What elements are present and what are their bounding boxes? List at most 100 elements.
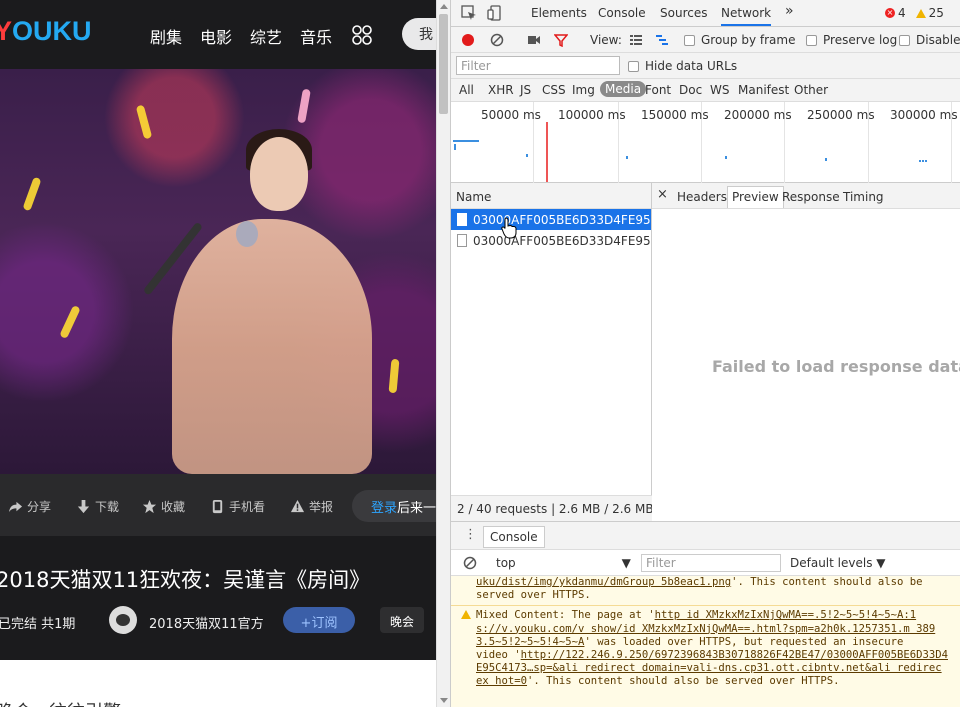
console-link[interactable]: http id XMzkxMzIxNjQwMA==.5!2~5~5!4~5~A:… — [655, 609, 917, 621]
type-ws[interactable]: WS — [710, 83, 729, 97]
console-link[interactable]: s://v.youku.com/v show/id XMzkxMzIxNjQwM… — [476, 623, 935, 635]
tab-sources[interactable]: Sources — [660, 6, 707, 20]
large-rows-icon[interactable] — [629, 33, 643, 47]
share-button[interactable]: 分享 — [8, 498, 51, 515]
channel-name[interactable]: 2018天猫双11官方 — [149, 613, 264, 632]
type-other[interactable]: Other — [794, 83, 828, 97]
console-log-line: Mixed Content: The page at 'http id XMzk… — [451, 605, 960, 622]
nav-drama[interactable]: 剧集 — [150, 24, 182, 48]
console-text: ' was loaded over HTTPS, but requested a… — [584, 635, 904, 648]
video-player[interactable] — [0, 69, 436, 474]
record-icon[interactable] — [461, 33, 475, 47]
tab-console[interactable]: Console — [598, 6, 646, 20]
timeline-tick: 150000 ms — [641, 108, 709, 122]
type-css[interactable]: CSS — [542, 83, 566, 97]
log-levels-dropdown[interactable]: Default levels ▼ — [790, 556, 886, 570]
more-tabs-button[interactable]: » — [785, 3, 794, 19]
below-fold-text: 晚会 · 往往引擎 — [0, 698, 121, 707]
tab-response[interactable]: Response — [782, 190, 840, 204]
singer-figure — [172, 219, 372, 474]
tab-timing[interactable]: Timing — [843, 190, 884, 204]
console-log-line: 3.5~5!2~5~5!4~5~A' was loaded over HTTPS… — [451, 636, 960, 649]
timeline-bar — [526, 154, 528, 157]
light-stick — [388, 358, 400, 394]
page-scrollbar[interactable] — [436, 0, 450, 707]
drawer-menu-icon[interactable]: ⋮ — [464, 527, 477, 542]
console-text: Mixed Content: The page at ' — [476, 609, 655, 622]
name-column-header[interactable]: Name — [451, 183, 651, 209]
search-box[interactable]: 我 — [402, 18, 436, 50]
console-log-line: E95C4173…sp=&ali redirect domain=vali-dn… — [451, 662, 960, 675]
warning-count: 25 — [928, 6, 944, 20]
camera-icon[interactable] — [527, 33, 541, 47]
login-link[interactable]: 登录 — [371, 501, 397, 516]
console-filter-input[interactable]: Filter — [641, 554, 781, 572]
type-img[interactable]: Img — [572, 83, 595, 97]
type-font[interactable]: Font — [645, 83, 671, 97]
issue-counts[interactable]: × 4 25 — [885, 6, 944, 20]
subscribe-button[interactable]: +订阅 — [283, 607, 355, 633]
console-log-line: uku/dist/img/ykdanmu/dmGroup 5b8eac1.png… — [451, 576, 960, 589]
nav-music[interactable]: 音乐 — [300, 24, 332, 48]
clear-console-icon[interactable] — [463, 556, 477, 570]
console-log-line: ex hot=0'. This content should also be s… — [451, 675, 960, 688]
close-icon[interactable]: × — [657, 187, 668, 202]
favorite-button[interactable]: 收藏 — [142, 498, 185, 515]
preserve-log-checkbox[interactable]: Preserve log — [806, 33, 897, 47]
request-row[interactable]: 03000AFF005BE6D33D4FE95C... — [451, 230, 651, 251]
tab-headers[interactable]: Headers — [677, 190, 727, 204]
scrollbar-thumb[interactable] — [439, 14, 448, 114]
tab-network[interactable]: Network — [721, 6, 772, 26]
login-prompt[interactable]: 登录后来一 — [352, 490, 436, 522]
type-manifest[interactable]: Manifest — [738, 83, 789, 97]
light-stick — [135, 104, 153, 140]
network-filter-input[interactable]: Filter — [456, 56, 620, 75]
inspect-element-icon[interactable] — [461, 5, 477, 21]
clear-icon[interactable] — [490, 33, 504, 47]
devtools-tab-bar: Elements Console Sources Network » × 4 25 — [451, 0, 960, 27]
timeline-tick: 200000 ms — [724, 108, 792, 122]
hide-data-urls-checkbox[interactable]: Hide data URLs — [628, 59, 737, 73]
light-stick — [297, 88, 311, 124]
timeline-bar — [454, 144, 456, 150]
scroll-down-arrow[interactable] — [440, 698, 448, 703]
nav-movie[interactable]: 电影 — [200, 24, 232, 48]
type-all[interactable]: All — [459, 83, 474, 97]
scroll-up-arrow[interactable] — [440, 4, 448, 9]
filter-funnel-icon[interactable] — [554, 33, 568, 47]
console-link[interactable]: uku/dist/img/ykdanmu/dmGroup 5b8eac1.png — [476, 576, 731, 588]
report-button[interactable]: 举报 — [290, 498, 333, 515]
console-link[interactable]: 3.5~5!2~5~5!4~5~A — [476, 636, 584, 648]
category-tag[interactable]: 晚会 — [380, 607, 424, 633]
type-xhr[interactable]: XHR — [488, 83, 514, 97]
watch-on-phone-button[interactable]: 手机看 — [210, 498, 265, 515]
light-stick — [59, 304, 81, 340]
type-js[interactable]: JS — [520, 83, 531, 97]
singer-head — [250, 137, 308, 211]
drawer-tab-console[interactable]: Console — [483, 526, 545, 548]
console-link[interactable]: http://122.246.9.250/6972396843B30718826… — [521, 649, 948, 661]
context-selector[interactable]: top ▼ — [496, 556, 631, 570]
timeline-bar — [626, 156, 628, 159]
tab-elements[interactable]: Elements — [531, 6, 587, 20]
device-toolbar-icon[interactable] — [487, 5, 503, 21]
console-messages: uku/dist/img/ykdanmu/dmGroup 5b8eac1.png… — [451, 576, 960, 707]
waterfall-icon[interactable] — [655, 33, 669, 47]
tab-preview[interactable]: Preview — [727, 186, 784, 208]
type-media[interactable]: Media — [600, 81, 647, 97]
download-icon — [77, 499, 90, 514]
disable-cache-checkbox[interactable]: Disable — [899, 33, 960, 47]
console-link[interactable]: E95C4173…sp=&ali redirect domain=vali-dn… — [476, 662, 942, 674]
download-button[interactable]: 下载 — [76, 498, 119, 515]
apps-grid-icon[interactable] — [352, 25, 372, 45]
group-by-frame-checkbox[interactable]: Group by frame — [684, 33, 795, 47]
request-row[interactable]: 03000AFF005BE6D33D4FE95C... — [451, 209, 651, 230]
console-link[interactable]: ex hot=0 — [476, 675, 527, 687]
episode-info: 已完结 共1期 — [0, 617, 76, 632]
network-overview-timeline[interactable]: 50000 ms 100000 ms 150000 ms 200000 ms 2… — [451, 102, 960, 183]
channel-avatar[interactable] — [109, 606, 137, 634]
youku-logo[interactable]: YOUKU — [0, 16, 92, 47]
console-log-line: s://v.youku.com/v show/id XMzkxMzIxNjQwM… — [451, 623, 960, 636]
type-doc[interactable]: Doc — [679, 83, 702, 97]
nav-variety[interactable]: 综艺 — [250, 24, 282, 48]
